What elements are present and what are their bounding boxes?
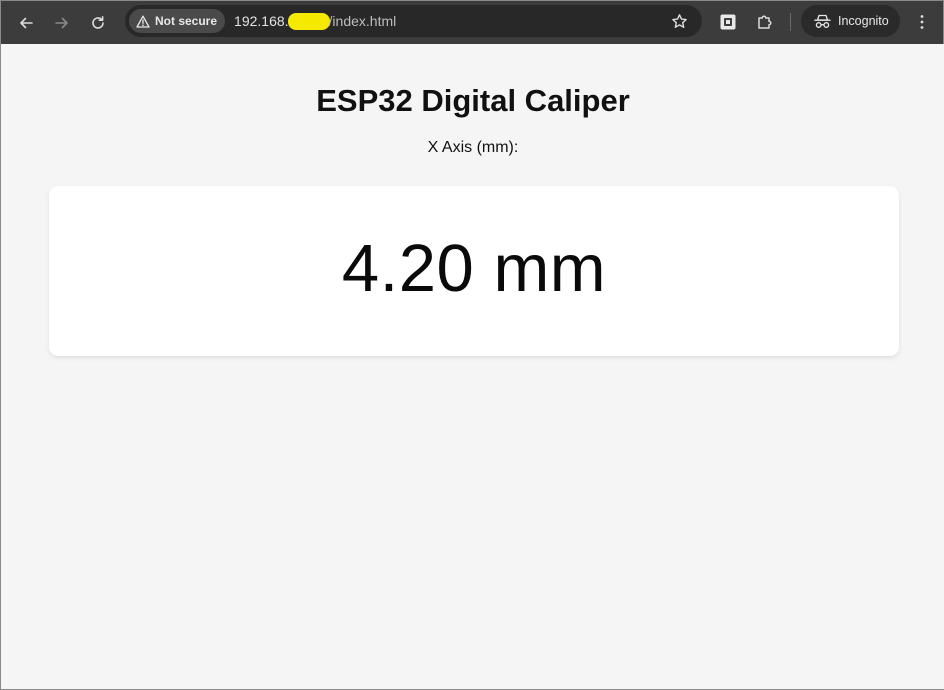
forward-arrow-icon (55, 17, 68, 28)
page-title: ESP32 Digital Caliper (316, 83, 630, 118)
security-chip[interactable]: Not secure (129, 9, 226, 33)
reading-card: 4.20 mm (49, 186, 899, 356)
more-menu-button[interactable] (909, 9, 935, 35)
forward-button[interactable] (45, 6, 79, 40)
caliper-reading: 4.20 mm (341, 231, 607, 306)
extensions-button[interactable] (752, 9, 778, 35)
url-path: /index.html (328, 13, 397, 29)
back-button[interactable] (9, 6, 43, 40)
security-chip-label: Not secure (155, 14, 218, 28)
bookmark-star-icon (671, 13, 687, 28)
toolbar-divider (790, 13, 791, 31)
axis-label: X Axis (mm): (427, 139, 519, 156)
browser-window: Not secure 192.168. /index.html Incognit… (0, 0, 944, 690)
page-content: ESP32 Digital Caliper X Axis (mm): 4.20 … (2, 44, 944, 689)
incognito-icon (814, 14, 831, 28)
incognito-label: Incognito (838, 14, 889, 28)
url-host: 192.168. (234, 13, 289, 29)
warning-triangle-icon (136, 15, 150, 28)
redaction-mark (287, 12, 330, 30)
reload-icon (92, 15, 104, 29)
incognito-profile-button[interactable]: Incognito (801, 5, 900, 37)
address-bar[interactable]: Not secure 192.168. /index.html (125, 5, 702, 37)
url-text[interactable]: 192.168. /index.html (234, 12, 397, 30)
bookmark-button[interactable] (668, 10, 690, 32)
more-vert-icon (920, 15, 924, 29)
extensions-puzzle-icon (758, 15, 772, 29)
browser-toolbar: Not secure 192.168. /index.html Incognit… (1, 1, 943, 44)
screenshot-icon (720, 14, 736, 30)
reload-button[interactable] (81, 6, 115, 40)
back-arrow-icon (20, 17, 33, 28)
screenshot-button[interactable] (715, 9, 741, 35)
